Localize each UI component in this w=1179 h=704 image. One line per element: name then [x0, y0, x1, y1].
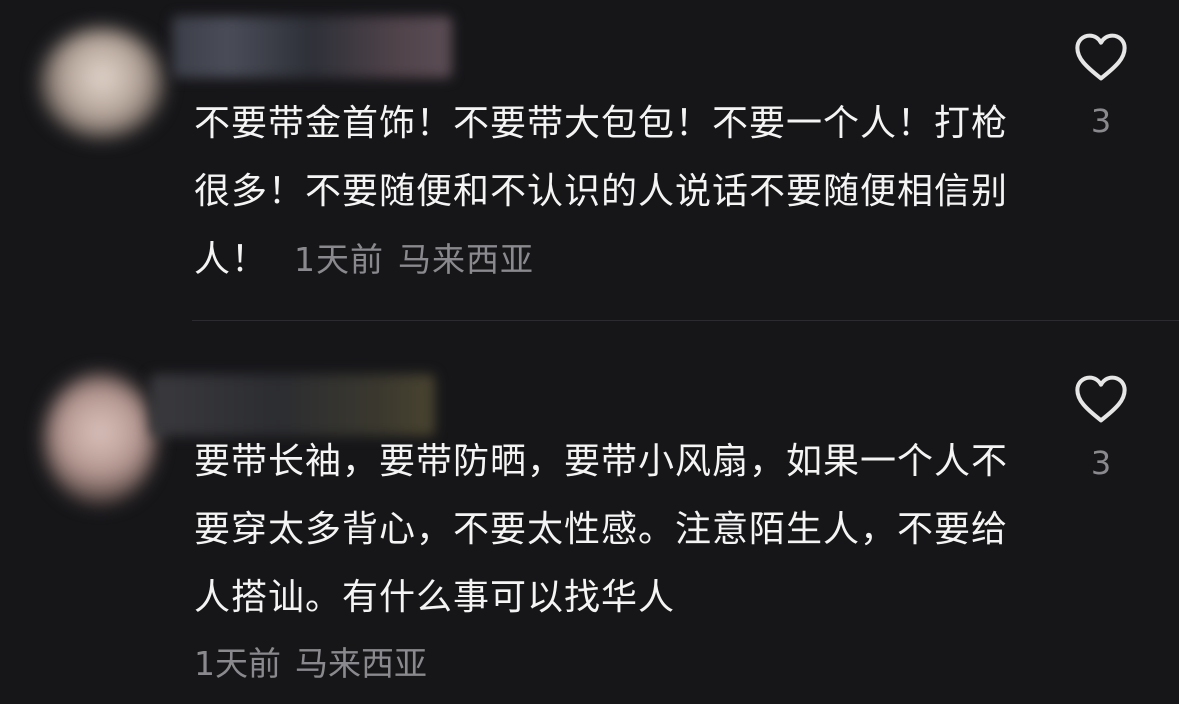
like-button[interactable]: 3 — [1062, 32, 1140, 140]
comment-item: 不要带金首饰！不要带大包包！不要一个人！打枪很多！不要随便和不认识的人说话不要随… — [0, 0, 1179, 322]
comment-time: 1天前 — [194, 644, 281, 683]
username-redacted[interactable] — [172, 16, 452, 78]
username-redacted[interactable] — [150, 374, 435, 436]
comment-meta: 1天前 马来西亚 — [194, 630, 427, 698]
comment-location: 马来西亚 — [295, 644, 427, 683]
comment-time: 1天前 — [294, 240, 385, 279]
heart-icon[interactable] — [1074, 32, 1128, 82]
like-count: 3 — [1090, 102, 1112, 140]
comment-screen: { "comments": [ { "text": "不要带金首饰！不要带大包包… — [0, 0, 1179, 704]
like-count: 3 — [1090, 444, 1112, 482]
like-button[interactable]: 3 — [1062, 374, 1140, 482]
avatar[interactable] — [40, 28, 164, 138]
divider — [192, 320, 1179, 321]
avatar[interactable] — [44, 374, 156, 504]
heart-icon[interactable] — [1074, 374, 1128, 424]
comment-text: 不要带金首饰！不要带大包包！不要一个人！打枪很多！不要随便和不认识的人说话不要随… — [194, 90, 1014, 294]
comment-text: 要带长袖，要带防晒，要带小风扇，如果一个人不要穿太多背心，不要太性感。注意陌生人… — [194, 441, 1009, 618]
comment-location: 马来西亚 — [398, 240, 535, 279]
comment-item: 要带长袖，要带防晒，要带小风扇，如果一个人不要穿太多背心，不要太性感。注意陌生人… — [0, 322, 1179, 704]
comment-meta: 1天前 马来西亚 — [294, 240, 534, 279]
